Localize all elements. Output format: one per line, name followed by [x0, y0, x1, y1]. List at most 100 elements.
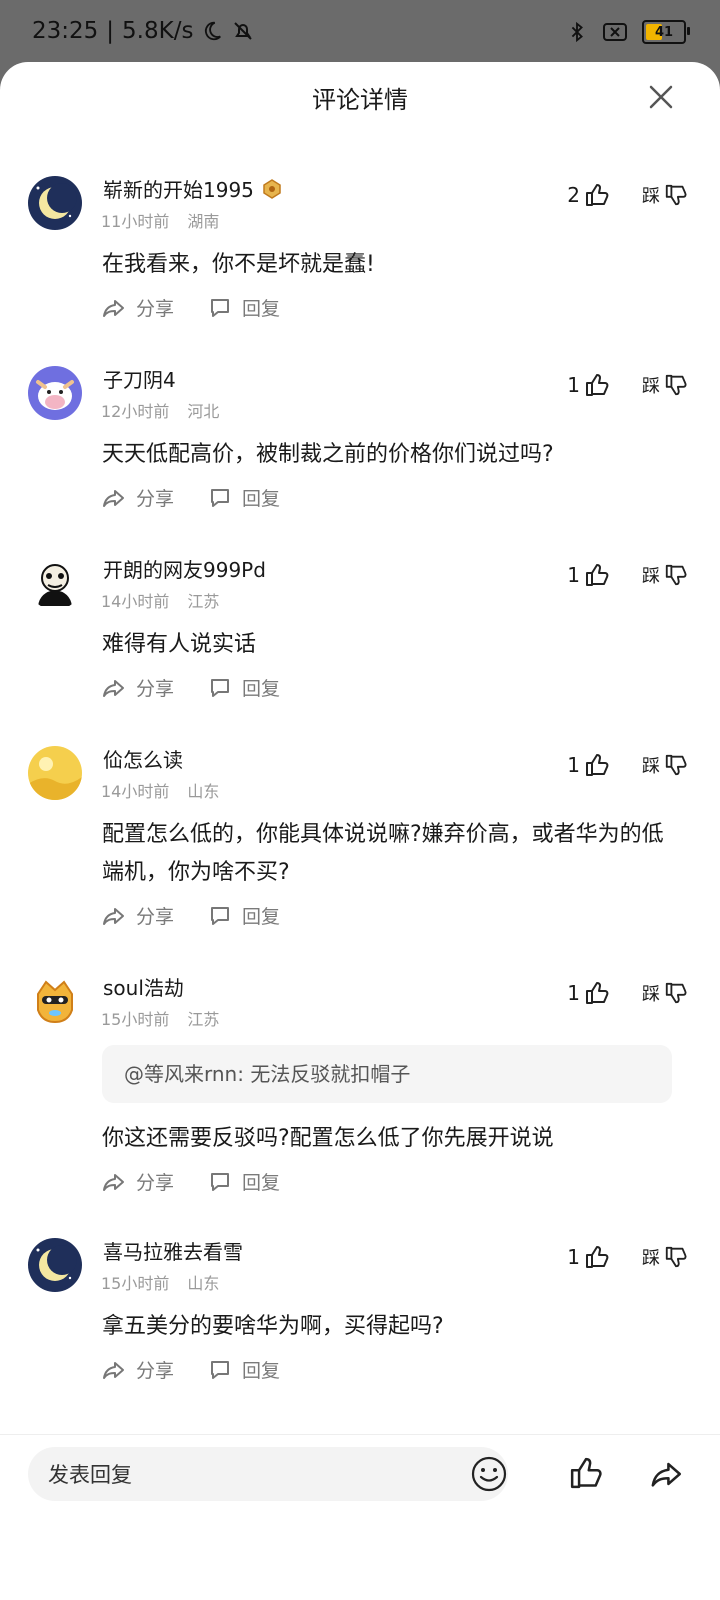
share-button[interactable]: 分享 — [102, 1168, 174, 1195]
dislike-button[interactable]: 踩 — [642, 752, 688, 778]
share-icon[interactable] — [650, 1457, 684, 1491]
thumb-up-icon — [586, 564, 609, 586]
share-icon — [103, 489, 124, 507]
dislike-label: 踩 — [642, 376, 660, 397]
reply-button[interactable]: 回复 — [208, 674, 280, 701]
username[interactable]: 喜马拉雅去看雪 — [103, 1236, 243, 1265]
reply-button[interactable]: 回复 — [208, 902, 280, 929]
like-count: 1 — [567, 753, 580, 777]
username[interactable]: 子刀阴4 — [103, 364, 176, 393]
comment-meta: 15小时前 江苏 — [101, 1006, 219, 1030]
status-speed: 5.8K/s — [122, 18, 194, 44]
watermark: 知乎 @七叶 — [603, 1549, 710, 1573]
dislike-button[interactable]: 踩 — [642, 1244, 688, 1270]
comment-text: 拿五美分的要啥华为啊，买得起吗? — [102, 1314, 444, 1339]
badge-icon — [263, 178, 281, 199]
comment-actions: 分享 回复 — [102, 674, 280, 701]
avatar[interactable] — [28, 974, 82, 1028]
like-button[interactable]: 1 — [567, 562, 610, 588]
like-button[interactable]: 1 — [567, 752, 610, 778]
status-time: 23:25 — [32, 18, 99, 44]
comment-icon — [211, 678, 230, 697]
sheet-header: 评论详情 — [0, 62, 720, 132]
share-button[interactable]: 分享 — [102, 484, 174, 511]
avatar[interactable] — [28, 176, 82, 230]
like-button[interactable]: 1 — [567, 1244, 610, 1270]
thumb-down-icon — [665, 564, 687, 586]
comment-location: 湖南 — [187, 212, 220, 231]
emoji-icon[interactable] — [470, 1455, 508, 1493]
like-count: 1 — [567, 1245, 580, 1269]
thumb-up-icon — [586, 754, 609, 776]
share-button[interactable]: 分享 — [102, 1356, 174, 1383]
avatar[interactable] — [28, 1238, 82, 1292]
comment-location: 江苏 — [187, 592, 220, 611]
thumb-down-icon — [665, 982, 687, 1004]
share-icon — [103, 1361, 124, 1379]
share-icon — [103, 1173, 124, 1191]
comment-text: 难得有人说实话 — [102, 632, 257, 657]
comment-time: 12小时前 — [101, 402, 170, 421]
close-icon[interactable] — [646, 82, 676, 112]
like-button[interactable]: 1 — [567, 980, 610, 1006]
comment-icon — [211, 1360, 230, 1379]
comment-text: 你这还需要反驳吗?配置怎么低了你先展开说说 — [102, 1126, 554, 1151]
bluetooth-icon — [571, 21, 583, 43]
dislike-button[interactable]: 踩 — [642, 980, 688, 1006]
share-button[interactable]: 分享 — [102, 674, 174, 701]
thumb-down-icon — [665, 1246, 687, 1268]
like-button[interactable]: 1 — [567, 372, 610, 398]
comment-icon — [211, 906, 230, 925]
comments-sheet: 评论详情 崭新的开始1995 11小时前 湖南 2 踩 在我看来，你不是坏就是蠢… — [0, 62, 720, 1600]
battery-icon: 41 — [642, 20, 690, 44]
username[interactable]: soul浩劫 — [103, 972, 184, 1001]
reply-button[interactable]: 回复 — [208, 484, 280, 511]
status-bar: 23:25 | 5.8K/s 41 — [0, 0, 720, 64]
share-button[interactable]: 分享 — [102, 902, 174, 929]
bell-muted-icon — [234, 22, 253, 40]
comment-location: 河北 — [187, 402, 220, 421]
avatar[interactable] — [28, 366, 82, 420]
comment-text: 在我看来，你不是坏就是蠢! — [102, 252, 375, 277]
reply-button[interactable]: 回复 — [208, 294, 280, 321]
dislike-label: 踩 — [642, 756, 660, 777]
dislike-button[interactable]: 踩 — [642, 182, 688, 208]
comment-text: 配置怎么低的，你能具体说说嘛?嫌弃价高，或者华为的低端机，你为啥不买? — [102, 822, 664, 885]
like-count: 2 — [567, 183, 580, 207]
dislike-button[interactable]: 踩 — [642, 562, 688, 588]
reply-button[interactable]: 回复 — [208, 1356, 280, 1383]
comment-time: 15小时前 — [101, 1010, 170, 1029]
comment-actions: 分享 回复 — [102, 902, 280, 929]
thumb-up-icon — [586, 982, 609, 1004]
quoted-comment[interactable]: @等风来rnn: 无法反驳就扣帽子 — [102, 1045, 672, 1103]
share-button[interactable]: 分享 — [102, 294, 174, 321]
comment-location: 江苏 — [187, 1010, 220, 1029]
avatar[interactable] — [28, 556, 82, 610]
dislike-label: 踩 — [642, 984, 660, 1005]
thumb-up-icon — [586, 1246, 609, 1268]
like-button[interactable]: 2 — [567, 182, 610, 208]
username[interactable]: 佡怎么读 — [103, 744, 183, 773]
status-divider: | — [106, 18, 115, 44]
comment-actions: 分享 回复 — [102, 484, 280, 511]
dislike-label: 踩 — [642, 186, 660, 207]
thumb-up-icon — [586, 374, 609, 396]
share-icon — [103, 907, 124, 925]
username[interactable]: 崭新的开始1995 — [103, 174, 282, 203]
dislike-label: 踩 — [642, 1248, 660, 1269]
home-indicator[interactable] — [223, 1581, 485, 1587]
comment-text: 天天低配高价，被制裁之前的价格你们说过吗? — [102, 442, 554, 467]
reply-button[interactable]: 回复 — [208, 1168, 280, 1195]
comment-icon — [211, 1172, 230, 1191]
share-icon — [103, 299, 124, 317]
thumb-up-icon — [586, 184, 609, 206]
dislike-button[interactable]: 踩 — [642, 372, 688, 398]
comment-meta: 12小时前 河北 — [101, 398, 219, 422]
username[interactable]: 开朗的网友999Pd — [103, 554, 266, 583]
reply-input[interactable]: 发表回复 — [28, 1447, 508, 1501]
avatar[interactable] — [28, 746, 82, 800]
comment-meta: 15小时前 山东 — [101, 1270, 219, 1294]
thumb-up-icon[interactable] — [568, 1455, 604, 1491]
comment-time: 15小时前 — [101, 1274, 170, 1293]
comment-icon — [211, 488, 230, 507]
